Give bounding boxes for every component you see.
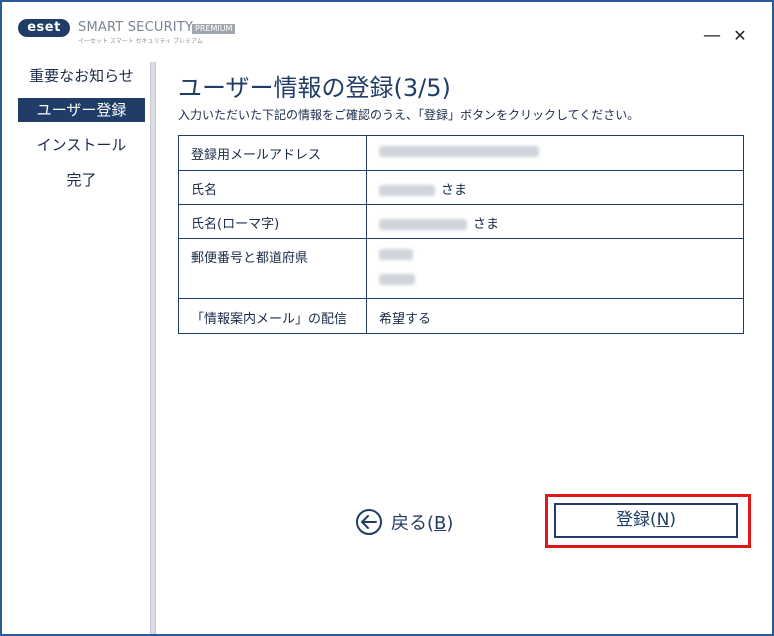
premium-badge: PREMIUM xyxy=(192,24,236,34)
arrow-left-icon xyxy=(356,509,382,535)
page-title: ユーザー情報の登録(3/5) xyxy=(178,74,451,102)
product-subtitle: イーセット スマート セキュリティ プレミアム xyxy=(78,38,203,45)
redacted-postal-code xyxy=(379,249,413,260)
back-button[interactable]: 戻る(B) xyxy=(356,507,453,537)
row-label: 郵便番号と都道府県 xyxy=(178,238,367,299)
sidebar-item-install[interactable]: インストール xyxy=(18,133,145,157)
honorific: さま xyxy=(441,183,468,198)
sidebar-item-user-registration[interactable]: ユーザー登録 xyxy=(18,98,145,122)
back-label: 戻る(B) xyxy=(391,513,454,534)
row-value xyxy=(366,135,744,171)
redacted-email xyxy=(379,146,539,157)
title-bar: eset SMART SECURITY PREMIUM イーセット スマート セ… xyxy=(2,2,772,60)
sidebar-item-notice[interactable]: 重要なお知らせ xyxy=(18,64,145,88)
row-value xyxy=(366,238,744,299)
table-row: 氏名(ローマ字) さま xyxy=(178,204,744,239)
sidebar-item-complete[interactable]: 完了 xyxy=(18,168,145,192)
table-row: 登録用メールアドレス xyxy=(178,135,744,171)
row-value: さま xyxy=(366,170,744,205)
redacted-romaji-name xyxy=(379,219,467,230)
row-label: 登録用メールアドレス xyxy=(178,135,367,171)
sidebar-splitter xyxy=(150,62,156,634)
installer-window: eset SMART SECURITY PREMIUM イーセット スマート セ… xyxy=(0,0,774,636)
page-description: 入力いただいた下記の情報をご確認のうえ、「登録」ボタンをクリックしてください。 xyxy=(178,108,640,122)
registration-info-table: 登録用メールアドレス 氏名 さま 氏名(ローマ字) さま 郵便番号と都道府県 「… xyxy=(178,135,744,334)
main-panel: ユーザー情報の登録(3/5) 入力いただいた下記の情報をご確認のうえ、「登録」ボ… xyxy=(158,60,772,634)
close-button[interactable]: ✕ xyxy=(730,26,750,46)
honorific: さま xyxy=(473,217,500,232)
row-value: さま xyxy=(366,204,744,239)
row-label: 氏名 xyxy=(178,170,367,205)
minimize-button[interactable]: — xyxy=(702,26,722,46)
product-name: SMART SECURITY xyxy=(78,20,194,35)
register-button[interactable]: 登録(N) xyxy=(554,503,738,538)
table-row: 「情報案内メール」の配信 希望する xyxy=(178,298,744,334)
redacted-prefecture xyxy=(379,274,415,285)
row-value: 希望する xyxy=(366,298,744,334)
eset-logo: eset xyxy=(18,19,70,37)
table-row: 郵便番号と都道府県 xyxy=(178,238,744,299)
redacted-name xyxy=(379,185,435,196)
row-label: 「情報案内メール」の配信 xyxy=(178,298,367,334)
table-row: 氏名 さま xyxy=(178,170,744,205)
sidebar: 重要なお知らせ ユーザー登録 インストール 完了 xyxy=(2,60,152,634)
row-label: 氏名(ローマ字) xyxy=(178,204,367,239)
